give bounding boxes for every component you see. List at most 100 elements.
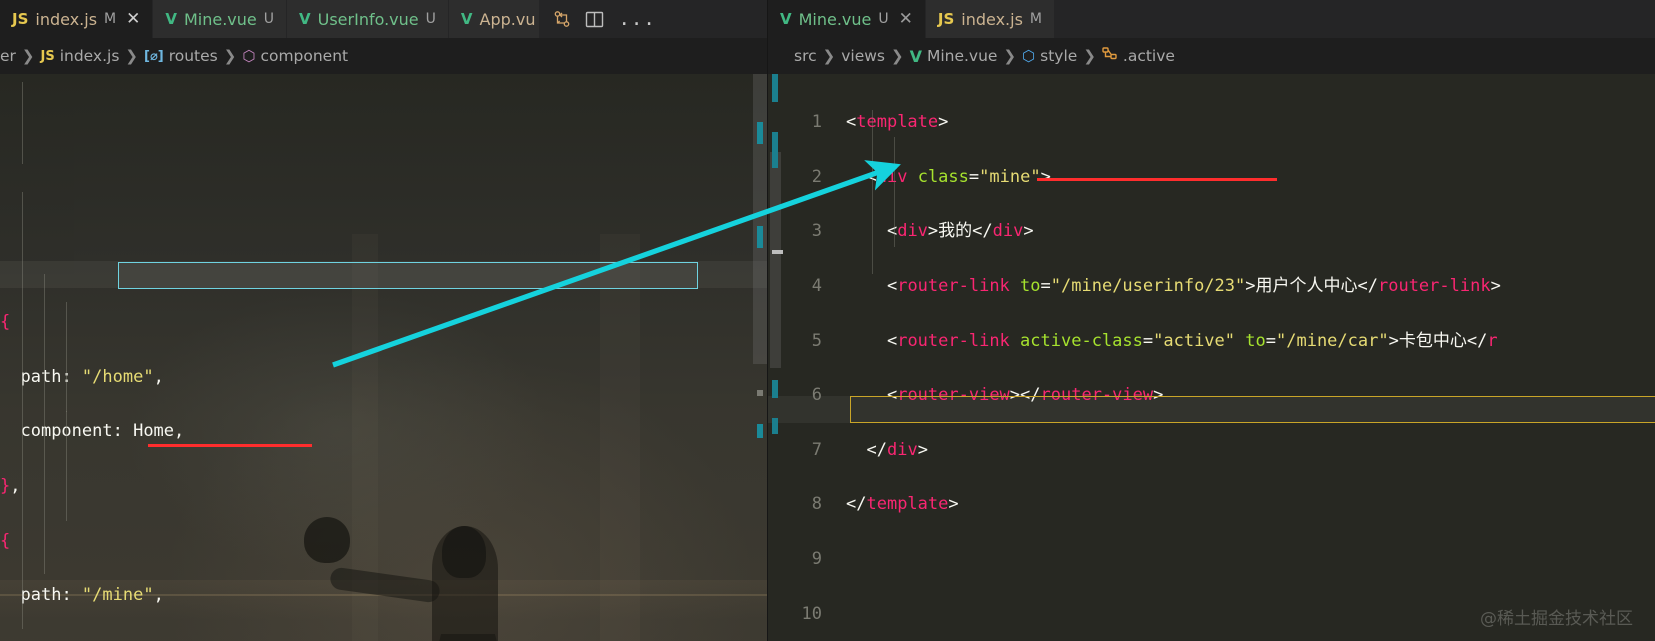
vue-file-icon: V — [165, 9, 177, 28]
module-icon: [⌀] — [144, 48, 164, 64]
overview-marker — [772, 418, 778, 434]
breadcrumb-label: index.js — [59, 47, 120, 65]
overview-marker — [772, 250, 783, 254]
breadcrumb-right: src ❯ views ❯ V Mine.vue ❯ ⬡ style ❯ .ac… — [768, 38, 1655, 74]
watermark: @稀土掘金技术社区 — [1480, 609, 1633, 629]
editor-group-left: JS index.js M ✕ V Mine.vue U V UserInfo.… — [0, 0, 768, 641]
css-selector-icon — [1102, 47, 1118, 65]
indent-guide — [66, 411, 67, 521]
tab-dirty-indicator: U — [263, 11, 275, 27]
indent-guide — [894, 137, 895, 247]
scrollbar-left[interactable] — [753, 74, 767, 641]
tabbar-left: JS index.js M ✕ V Mine.vue U V UserInfo.… — [0, 0, 767, 38]
code-line: 8 </template> — [768, 491, 1655, 518]
indent-guide — [66, 302, 67, 412]
code-line: }, — [0, 476, 21, 497]
code-line: 4 <router-link to="/mine/userinfo/23">用户… — [768, 273, 1655, 300]
js-file-icon: JS — [12, 9, 29, 28]
code-line: 3 <div>我的</div> — [768, 218, 1655, 245]
symbol-cube-icon: ⬡ — [1022, 47, 1036, 65]
code-line: 9 — [768, 546, 1655, 573]
close-icon[interactable]: ✕ — [126, 10, 140, 28]
chevron-right-icon: ❯ — [125, 47, 138, 65]
breadcrumb-item-views[interactable]: views — [839, 47, 887, 65]
code-line: 1 <template> — [768, 109, 1655, 136]
overview-marker — [757, 226, 763, 248]
code-editor-left[interactable]: { path: "/home", component: Home, }, { p… — [0, 74, 767, 641]
tab-label: index.js — [35, 9, 98, 29]
tab-label: Mine.vue — [798, 9, 872, 29]
tabbar-actions-left: ... — [540, 0, 669, 38]
compare-changes-icon[interactable] — [553, 10, 571, 28]
code-line: 6 <router-view></router-view> — [768, 382, 1655, 409]
scrollbar-thumb[interactable] — [753, 74, 767, 364]
tab-dirty-indicator: M — [104, 11, 117, 27]
breadcrumb-item-folder[interactable]: er — [0, 47, 18, 65]
breadcrumb-label: routes — [168, 47, 218, 65]
tab-mine-vue[interactable]: V Mine.vue U — [153, 0, 288, 38]
overview-marker — [772, 380, 778, 398]
chevron-right-icon: ❯ — [1003, 47, 1017, 65]
js-file-icon: JS — [40, 48, 55, 64]
tab-label: UserInfo.vue — [317, 9, 419, 29]
breadcrumb-label: src — [794, 47, 817, 65]
vscode-window: JS index.js M ✕ V Mine.vue U V UserInfo.… — [0, 0, 1655, 641]
property-cube-icon: ⬡ — [242, 47, 256, 65]
vue-file-icon: V — [299, 9, 311, 28]
breadcrumb-item-active-selector[interactable]: .active — [1100, 47, 1177, 65]
tab-label: App.vu — [479, 9, 536, 29]
breadcrumb-label: views — [841, 47, 885, 65]
indent-guide — [22, 82, 23, 164]
chevron-right-icon: ❯ — [1083, 47, 1096, 65]
tab-mine-vue-right[interactable]: V Mine.vue U ✕ — [768, 0, 926, 38]
scrollbar-thumb[interactable] — [770, 152, 781, 368]
bg-figure-person-1 — [0, 74, 74, 274]
js-file-icon: JS — [937, 9, 955, 28]
overview-marker — [757, 424, 763, 438]
tab-label: Mine.vue — [183, 9, 257, 29]
breadcrumb-item-index-js[interactable]: JS index.js — [39, 47, 122, 65]
tab-label: index.js — [961, 9, 1023, 29]
breadcrumb-item-component[interactable]: ⬡ component — [240, 47, 350, 65]
close-icon[interactable]: ✕ — [899, 10, 913, 28]
vue-file-icon: V — [460, 9, 473, 28]
breadcrumb-item-style[interactable]: ⬡ style — [1020, 47, 1079, 65]
code-line: 5 <router-link active-class="active" to=… — [768, 328, 1655, 355]
editor-group-right: V Mine.vue U ✕ JS index.js M src ❯ views… — [768, 0, 1655, 641]
code-line: { — [0, 530, 11, 551]
indent-guide — [22, 192, 23, 629]
tab-app-vue[interactable]: V App.vu — [448, 0, 541, 38]
overview-marker — [757, 390, 763, 396]
overview-marker — [772, 132, 778, 168]
breadcrumb-label: Mine.vue — [926, 47, 998, 65]
more-actions-icon[interactable]: ... — [618, 9, 655, 29]
breadcrumb-label: .active — [1122, 47, 1175, 65]
tab-userinfo-vue[interactable]: V UserInfo.vue U — [287, 0, 449, 38]
breadcrumb-item-src[interactable]: src — [792, 47, 819, 65]
split-editor-icon[interactable] — [585, 11, 604, 28]
breadcrumb-label: style — [1040, 47, 1078, 65]
code-line: path: "/mine", — [20, 585, 164, 606]
breadcrumb-label: er — [0, 47, 16, 65]
code-line: component: Home, — [20, 421, 185, 442]
breadcrumb-left: er ❯ JS index.js ❯ [⌀] routes ❯ ⬡ compon… — [0, 38, 767, 74]
indent-guide — [872, 110, 873, 274]
code-line: component: () => — [0, 637, 767, 641]
tab-dirty-indicator: U — [425, 11, 436, 27]
tab-index-js[interactable]: JS index.js M ✕ — [0, 0, 154, 38]
code-content-left: { path: "/home", component: Home, }, { p… — [0, 274, 767, 641]
breadcrumb-label: component — [260, 47, 349, 65]
overview-marker — [757, 122, 763, 144]
chevron-right-icon: ❯ — [21, 47, 35, 65]
tab-dirty-indicator: U — [878, 11, 889, 27]
tab-index-js-right[interactable]: JS index.js M — [925, 0, 1056, 38]
breadcrumb-item-mine-vue[interactable]: V Mine.vue — [908, 47, 1000, 66]
vue-file-icon: V — [909, 46, 922, 66]
breadcrumb-item-routes[interactable]: [⌀] routes — [142, 47, 220, 65]
tabbar-filler — [1055, 0, 1655, 38]
chevron-right-icon: ❯ — [822, 47, 836, 65]
code-line: 2 <div class="mine"> — [768, 164, 1655, 191]
code-line: { — [0, 312, 11, 333]
code-editor-right[interactable]: 1 <template> 2 <div class="mine"> 3 <div>… — [768, 74, 1655, 641]
scrollbar-right[interactable] — [770, 74, 783, 641]
